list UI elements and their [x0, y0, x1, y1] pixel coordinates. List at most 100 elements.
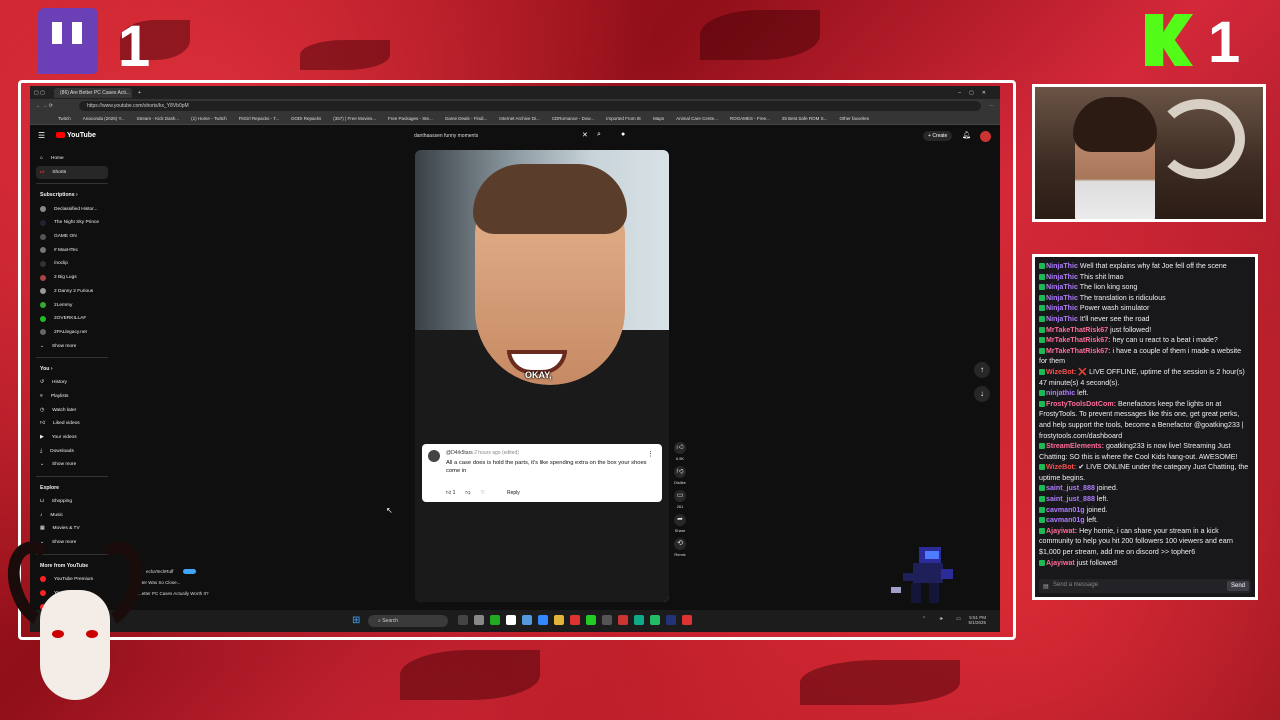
- bookmark-item[interactable]: Imported From IE: [606, 116, 641, 121]
- search-input[interactable]: danthaassen funny moments: [410, 130, 590, 144]
- subscription-item[interactable]: 2 Danny 2 Furious: [36, 285, 108, 299]
- url-input[interactable]: https://www.youtube.com/shorts/kx_Y8Vb0p…: [78, 101, 981, 111]
- notifications-icon[interactable]: 🔔︎: [962, 131, 971, 139]
- browser-menu-icon[interactable]: ⋯: [989, 103, 994, 109]
- chat-username[interactable]: saint_just_888: [1046, 495, 1095, 503]
- chat-input[interactable]: Send a message: [1039, 579, 1251, 593]
- chat-username[interactable]: NinjaThic: [1046, 304, 1078, 312]
- chat-username[interactable]: FrostyToolsDotCom:: [1046, 400, 1116, 408]
- sidebar-item-liked[interactable]: 👍︎ Liked videos: [36, 417, 108, 431]
- show-more-button[interactable]: ⌄ Show more: [36, 339, 108, 353]
- comment-author[interactable]: @D4rk5tars: [446, 450, 473, 456]
- bookmark-item[interactable]: Other favorites: [839, 116, 869, 121]
- chat-username[interactable]: WizeBot:: [1046, 368, 1076, 376]
- subscription-item[interactable]: 2OVERKILLAF: [36, 312, 108, 326]
- clear-search-icon[interactable]: ✕: [582, 131, 588, 139]
- sidebar-item-downloads[interactable]: ⤓ Downloads: [36, 444, 108, 458]
- app-icon[interactable]: [682, 615, 692, 625]
- subscription-item[interactable]: 2Lemmy: [36, 298, 108, 312]
- folder-icon[interactable]: [554, 615, 564, 625]
- sidebar-item-playlists[interactable]: ≡ Playlists: [36, 390, 108, 404]
- file-icon[interactable]: [474, 615, 484, 625]
- subscription-item[interactable]: Declassified Histor...: [36, 202, 108, 216]
- sidebar-item-watch-later[interactable]: ◷ Watch later: [36, 403, 108, 417]
- bookmark-item[interactable]: CDRomance - Dow...: [552, 116, 594, 121]
- heart-icon[interactable]: ♡: [480, 490, 484, 496]
- subscription-item[interactable]: GAME ON: [36, 230, 108, 244]
- chat-username[interactable]: NinjaThic: [1046, 294, 1078, 302]
- chat-username[interactable]: MrTakeThatRisk67:: [1046, 347, 1111, 355]
- chat-send-button[interactable]: Send: [1226, 581, 1249, 591]
- bookmark-item[interactable]: (1) Home - Twitch: [191, 116, 226, 121]
- chat-username[interactable]: WizeBot:: [1046, 463, 1076, 471]
- bookmark-item[interactable]: FitGirl Repacks - T...: [239, 116, 280, 121]
- subscription-item[interactable]: /noclip: [36, 257, 108, 271]
- bookmark-item[interactable]: Animal Care Cente...: [676, 116, 718, 121]
- previous-short-arrow-icon[interactable]: ↑: [974, 362, 990, 378]
- comments-button[interactable]: ▭: [674, 490, 686, 502]
- bookmark-item[interactable]: Maps: [653, 116, 664, 121]
- chat-username[interactable]: MrTakeThatRisk67: [1046, 326, 1108, 334]
- chat-username[interactable]: NinjaThic: [1046, 283, 1078, 291]
- sidebar-item-music[interactable]: ♪ Music: [36, 508, 108, 522]
- subscription-item[interactable]: 2 Big Lugs: [36, 271, 108, 285]
- chrome-icon[interactable]: [506, 615, 516, 625]
- sidebar-item-your-videos[interactable]: ▶ Your videos: [36, 431, 108, 445]
- bookmark-item[interactable]: Anaconda (2025) Y...: [83, 116, 125, 121]
- create-button[interactable]: + Create: [923, 131, 953, 141]
- youtube-logo[interactable]: YouTube: [56, 132, 96, 139]
- comment-dislike-icon[interactable]: 👎︎: [465, 490, 470, 496]
- bookmark-item[interactable]: ROGAMES - Free...: [730, 116, 770, 121]
- show-more-button[interactable]: ⌄ Show more: [36, 458, 108, 472]
- you-heading[interactable]: You ›: [36, 362, 108, 376]
- sidebar-item-history[interactable]: ↺ History: [36, 376, 108, 390]
- bookmark-item[interactable]: 25 Best Safe ROM S...: [782, 116, 828, 121]
- app-icon[interactable]: [602, 615, 612, 625]
- chat-username[interactable]: Ajayiwat: [1046, 559, 1075, 567]
- chat-username[interactable]: NinjaThic: [1046, 273, 1078, 281]
- new-tab-icon[interactable]: +: [138, 90, 141, 96]
- next-short-arrow-icon[interactable]: ↓: [974, 386, 990, 402]
- app-icon[interactable]: [650, 615, 660, 625]
- bookmark-item[interactable]: (357) | Free Movies...: [333, 116, 376, 121]
- like-button[interactable]: 👍︎: [674, 442, 686, 454]
- subscription-item[interactable]: 2PALlegacy.net: [36, 326, 108, 340]
- sidebar-item-home[interactable]: ⌂ Home: [36, 152, 108, 166]
- remix-button[interactable]: ⟲: [674, 538, 686, 550]
- search-icon[interactable]: ⌕: [597, 131, 601, 139]
- app-icon[interactable]: [570, 615, 580, 625]
- microphone-icon[interactable]: ●: [621, 131, 625, 138]
- sidebar-item-shorts[interactable]: ᔕ Shorts: [36, 165, 108, 180]
- chat-username[interactable]: cavman01g: [1046, 506, 1085, 514]
- bookmark-item[interactable]: DODI Repacks: [291, 116, 321, 121]
- discord-icon[interactable]: [522, 615, 532, 625]
- app-icon[interactable]: [634, 615, 644, 625]
- chat-username[interactable]: NinjaThic: [1046, 315, 1078, 323]
- app-icon[interactable]: [586, 615, 596, 625]
- dislike-button[interactable]: 👎︎: [674, 466, 686, 478]
- subscription-item[interactable]: The Night Sky Prince: [36, 216, 108, 230]
- share-button[interactable]: ➦: [674, 514, 686, 526]
- chat-emote-icon[interactable]: ▤: [1043, 583, 1049, 590]
- windows-start-icon[interactable]: ⊞: [352, 615, 360, 626]
- bookmark-item[interactable]: Game Deals - Findi...: [445, 116, 488, 121]
- chat-username[interactable]: MrTakeThatRisk67:: [1046, 336, 1111, 344]
- hamburger-menu-icon[interactable]: ☰: [38, 131, 45, 140]
- steam-icon[interactable]: [666, 615, 676, 625]
- taskbar-clock[interactable]: 5:51 PM 5/1/2025: [968, 615, 986, 625]
- subscription-item[interactable]: # MaxHTec: [36, 243, 108, 257]
- bookmark-item[interactable]: Stream - Kick Dash...: [137, 116, 180, 121]
- short-video-player[interactable]: OKAY, @D4rk5tars 2 hours ago (edited) Al…: [415, 150, 669, 602]
- chat-username[interactable]: saint_just_888: [1046, 484, 1095, 492]
- chat-username[interactable]: StreamElements:: [1046, 442, 1104, 450]
- bookmark-item[interactable]: Internet Archive Di...: [499, 116, 540, 121]
- reply-button[interactable]: Reply: [507, 490, 520, 496]
- system-tray-icon[interactable]: ⌃ 🕪︎ ▭: [922, 616, 967, 622]
- xbox-icon[interactable]: [490, 615, 500, 625]
- avatar[interactable]: [980, 131, 991, 142]
- sidebar-item-shopping[interactable]: ⊔ Shopping: [36, 495, 108, 509]
- taskbar-search[interactable]: ⌕ Search: [368, 615, 448, 627]
- window-controls-icon[interactable]: ▢ ▢: [34, 90, 54, 96]
- browser-tab[interactable]: (86) Are Better PC Cases Acti...: [54, 87, 132, 98]
- bookmark-item[interactable]: Free Packages - Ste...: [388, 116, 433, 121]
